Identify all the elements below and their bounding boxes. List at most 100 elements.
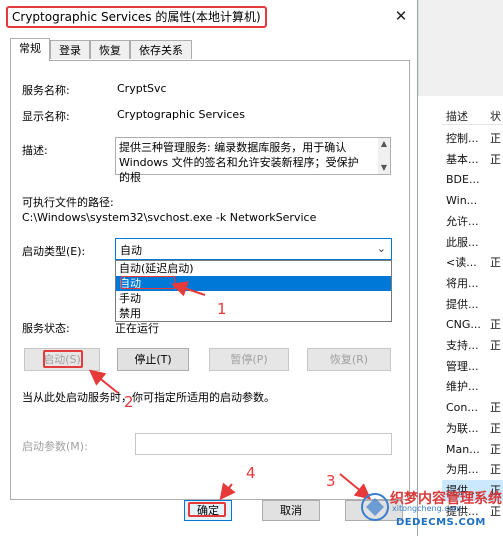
start-params-label: 启动参数(M): <box>22 440 88 453</box>
tab-recovery[interactable]: 恢复 <box>90 40 130 59</box>
service-row[interactable]: 将用... <box>442 273 503 294</box>
service-row-description: 提供... <box>446 297 479 311</box>
start-button[interactable]: 启动(S) <box>24 348 100 371</box>
service-row-description: <读... <box>446 256 477 270</box>
display-name-label: 显示名称: <box>22 110 70 123</box>
step-number-4: 4 <box>246 464 256 482</box>
service-name-label: 服务名称: <box>22 84 70 97</box>
scroll-up-icon[interactable]: ▲ <box>378 138 390 150</box>
service-row-description: 为用... <box>446 463 479 477</box>
startup-type-label: 启动类型(E): <box>22 245 86 258</box>
service-row-description: 维护... <box>446 380 479 394</box>
chevron-down-icon[interactable]: ⌄ <box>377 242 386 255</box>
step-number-1: 1 <box>217 300 227 318</box>
display-name-value: Cryptographic Services <box>117 108 245 121</box>
description-line-1: 提供三种管理服务: 编录数据库服务，用于确认 <box>119 141 347 154</box>
service-row-description: Con... <box>446 401 478 415</box>
option-manual[interactable]: 手动 <box>116 291 391 306</box>
service-row[interactable]: Con... 正 <box>442 397 503 418</box>
service-name-value: CryptSvc <box>117 82 167 95</box>
services-list-background: 描述 状 控制... 正基本... 正 BDE... Win... 允许... 此服... <… <box>418 0 503 536</box>
service-row[interactable]: 管理... <box>442 356 503 377</box>
ok-button[interactable]: 确定 <box>184 500 232 521</box>
cancel-button[interactable]: 取消 <box>262 500 320 521</box>
description-scrollbar[interactable]: ▲ ▼ <box>378 138 390 174</box>
service-row-status: 正 <box>490 339 501 352</box>
service-row-description: CNG... <box>446 318 481 332</box>
service-row-description: Win... <box>446 194 478 208</box>
service-row-description: 允许... <box>446 214 479 228</box>
service-row[interactable]: 控制... 正 <box>442 128 503 149</box>
option-disabled[interactable]: 禁用 <box>116 306 391 321</box>
title-bar: Cryptographic Services 的属性(本地计算机) ✕ <box>0 0 417 32</box>
services-list-header: 描述 状 <box>442 104 503 125</box>
tab-logon[interactable]: 登录 <box>50 40 90 59</box>
service-row-status: 正 <box>490 463 501 477</box>
service-row-description: 基本... <box>446 152 479 166</box>
tab-general[interactable]: 常规 <box>10 38 50 61</box>
tab-dependencies[interactable]: 依存关系 <box>130 40 192 59</box>
service-row-status: 正 <box>490 132 501 145</box>
pause-button[interactable]: 暂停(P) <box>209 348 289 371</box>
service-row-status: 正 <box>490 256 501 270</box>
start-params-input[interactable] <box>135 433 392 455</box>
option-auto[interactable]: 自动 <box>116 276 391 291</box>
stop-button[interactable]: 停止(T) <box>117 348 189 371</box>
service-row[interactable]: 此服... <box>442 232 503 253</box>
step-number-3: 3 <box>326 472 336 490</box>
logo-icon <box>361 493 389 521</box>
service-row-description: Man... <box>446 442 480 456</box>
close-icon[interactable]: ✕ <box>392 7 410 25</box>
option-auto-delayed[interactable]: 自动(延迟启动) <box>116 261 391 276</box>
description-box[interactable]: 提供三种管理服务: 编录数据库服务，用于确认 Windows 文件的签名和允许安… <box>115 137 391 184</box>
service-row[interactable]: 提供... <box>442 294 503 315</box>
service-row[interactable]: 为用... 正 <box>442 459 503 480</box>
dialog-title: Cryptographic Services 的属性(本地计算机) <box>6 6 267 28</box>
service-row[interactable]: 基本... 正 <box>442 149 503 170</box>
exe-path-value: C:\Windows\system32\svchost.exe -k Netwo… <box>22 211 317 224</box>
service-row-status: 正 <box>490 318 501 332</box>
scroll-down-icon[interactable]: ▼ <box>378 162 390 174</box>
startup-type-dropdown: 自动(延迟启动) 自动 手动 禁用 <box>115 260 392 322</box>
watermark: 织梦内容管理系统 xitongcheng.com DEDECMS.COM <box>360 488 503 536</box>
service-row-status: 正 <box>490 421 501 435</box>
description-text: 提供三种管理服务: 编录数据库服务，用于确认 Windows 文件的签名和允许安… <box>119 140 369 185</box>
watermark-line-2: xitongcheng.com <box>392 504 462 513</box>
service-row-description: 控制... <box>446 132 479 145</box>
service-row-description: 为联... <box>446 421 479 435</box>
service-row[interactable]: <读... 正 <box>442 252 503 273</box>
column-header-description[interactable]: 描述 <box>446 108 468 124</box>
service-row[interactable]: Win... <box>442 190 503 211</box>
ok-button-ring <box>188 502 226 517</box>
service-row[interactable]: 支持... 正 <box>442 335 503 356</box>
service-row-description: 将用... <box>446 276 479 290</box>
description-line-2: Windows 文件的签名和允许安装新程序；受保护的根 <box>119 156 359 184</box>
service-row[interactable]: 允许... <box>442 211 503 232</box>
service-status-value: 正在运行 <box>115 322 159 335</box>
step-number-2: 2 <box>124 393 134 411</box>
service-properties-dialog: Cryptographic Services 的属性(本地计算机) ✕ 常规 登… <box>0 0 418 536</box>
start-button-ring <box>43 350 83 368</box>
start-params-hint: 当从此处启动服务时，你可指定所适用的启动参数。 <box>22 391 275 404</box>
description-label: 描述: <box>22 144 48 157</box>
service-row-description: BDE... <box>446 173 480 187</box>
service-row-description: 支持... <box>446 339 479 352</box>
service-row[interactable]: 为联... 正 <box>442 418 503 439</box>
service-row[interactable]: CNG... 正 <box>442 314 503 335</box>
service-row-status: 正 <box>490 152 501 166</box>
startup-type-current: 自动 <box>120 244 142 257</box>
service-row-status: 正 <box>490 442 501 456</box>
service-row[interactable]: BDE... <box>442 169 503 190</box>
service-status-label: 服务状态: <box>22 322 70 335</box>
service-row[interactable]: 维护... <box>442 376 503 397</box>
service-row-description: 管理... <box>446 359 479 373</box>
startup-type-select[interactable]: 自动 ⌄ <box>115 238 392 260</box>
watermark-line-3: DEDECMS.COM <box>396 517 486 528</box>
resume-button[interactable]: 恢复(R) <box>307 348 391 371</box>
option-highlight-ring <box>121 276 175 289</box>
column-header-status[interactable]: 状 <box>490 108 501 124</box>
service-row-description: 此服... <box>446 235 479 249</box>
exe-path-label: 可执行文件的路径: <box>22 196 114 209</box>
service-row-status: 正 <box>490 401 501 415</box>
service-row[interactable]: Man... 正 <box>442 439 503 460</box>
